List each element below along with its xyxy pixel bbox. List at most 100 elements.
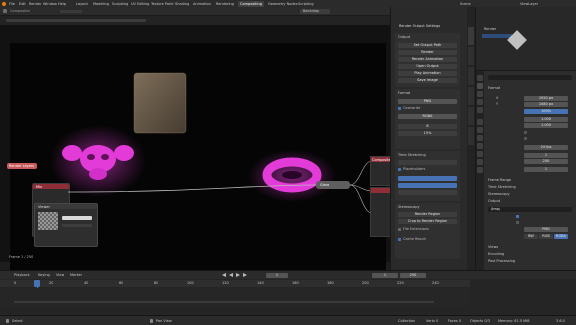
view-layer-tab-icon[interactable]: [477, 91, 483, 97]
view-layer-selector[interactable]: ViewLayer: [520, 2, 538, 6]
end-frame-field[interactable]: 250: [400, 272, 426, 278]
menu-window[interactable]: Window: [43, 2, 57, 6]
open-output-button[interactable]: Open Output: [398, 64, 457, 69]
play-icon[interactable]: [236, 273, 240, 277]
frame-step-field[interactable]: 1: [524, 167, 568, 172]
aspect-y-field[interactable]: 1.000: [524, 123, 568, 128]
modifiers-tab-icon[interactable]: [477, 127, 483, 133]
constraints-tab-icon[interactable]: [477, 151, 483, 157]
timeline-menu-marker[interactable]: Marker: [70, 273, 82, 277]
compositor-backdrop[interactable]: Render Layers Mix Viewer Glare Composite…: [0, 25, 392, 278]
color-mode-rgba[interactable]: RGBA: [554, 234, 568, 239]
workspace-tab[interactable]: Modeling: [93, 2, 109, 6]
outliner-highlight-row[interactable]: [482, 34, 512, 38]
color-mode-bw[interactable]: BW: [524, 234, 538, 239]
frame-slider-2[interactable]: [398, 183, 457, 188]
output-tab-icon[interactable]: [477, 83, 483, 89]
prop-section-post-processing[interactable]: Post Processing: [488, 259, 515, 263]
resolution-x-field[interactable]: 1920 px: [524, 96, 568, 101]
workspace-tab[interactable]: Rendering: [216, 2, 234, 6]
data-tab-icon[interactable]: [477, 159, 483, 165]
n-tab-options[interactable]: [468, 107, 474, 125]
particles-tab-icon[interactable]: [477, 135, 483, 141]
compression-field[interactable]: 15%: [398, 131, 457, 136]
prop-section-time-stretching[interactable]: Time Stretching: [488, 185, 516, 189]
file-format-dropdown[interactable]: PNG: [398, 99, 457, 104]
frame-start-field[interactable]: 1: [524, 153, 568, 158]
color-depth-button[interactable]: 8: [398, 124, 457, 129]
n-tab-tool[interactable]: [468, 67, 474, 85]
checkbox-placeholders-icon[interactable]: [398, 168, 401, 171]
playhead[interactable]: [34, 280, 40, 287]
node-glare[interactable]: Glare: [316, 181, 350, 189]
timeline-menu-keying[interactable]: Keying: [38, 273, 50, 277]
object-tab-icon[interactable]: [477, 119, 483, 125]
save-image-button[interactable]: Save Image: [398, 78, 457, 83]
frame-slider-1[interactable]: [398, 176, 457, 181]
color-mode-rgb[interactable]: RGB: [539, 234, 553, 239]
workspace-tab[interactable]: Shading: [175, 2, 189, 6]
resolution-y-field[interactable]: 1080 px: [524, 102, 568, 107]
current-frame-field[interactable]: 1: [266, 272, 288, 278]
time-field-1[interactable]: [398, 160, 457, 165]
workspace-tab[interactable]: UV Editing: [131, 2, 149, 6]
aspect-x-field[interactable]: 1.000: [524, 117, 568, 122]
workspace-tab[interactable]: Scripting: [298, 2, 314, 6]
render-region-button[interactable]: Render Region: [398, 212, 457, 217]
timeline-body[interactable]: [0, 288, 470, 308]
menu-file[interactable]: File: [9, 2, 15, 6]
world-tab-icon[interactable]: [477, 107, 483, 113]
workspace-tab[interactable]: Layout: [76, 2, 88, 6]
checkbox-extensions-icon[interactable]: [398, 228, 401, 231]
file-format-prop[interactable]: PNG: [524, 227, 568, 232]
prop-section-encoding[interactable]: Encoding: [488, 252, 504, 256]
n-tab-item[interactable]: [468, 27, 474, 45]
render-tab-icon[interactable]: [477, 75, 483, 81]
checkbox-cache-icon[interactable]: [398, 238, 401, 241]
n-tab-view[interactable]: [468, 87, 474, 105]
node-composite[interactable]: Composite: [370, 156, 392, 186]
color-mode-field[interactable]: RGBA: [398, 114, 457, 119]
menu-help[interactable]: Help: [58, 2, 66, 6]
editor-type-icon[interactable]: [3, 9, 7, 13]
placeholder-prop-checkbox[interactable]: [516, 221, 519, 224]
render-button[interactable]: Render: [398, 50, 457, 55]
checkbox-overwrite-icon[interactable]: [398, 107, 401, 110]
properties-search[interactable]: [488, 75, 572, 80]
workspace-tab[interactable]: Sculpting: [112, 2, 128, 6]
frame-end-field[interactable]: 250: [524, 159, 568, 164]
play-reverse-icon[interactable]: [229, 273, 233, 277]
start-frame-field[interactable]: 1: [372, 272, 398, 278]
frame-field-3[interactable]: [398, 190, 457, 195]
n-tab-node[interactable]: [468, 47, 474, 65]
prop-section-format[interactable]: Format: [488, 86, 500, 90]
crop-checkbox[interactable]: [524, 137, 527, 140]
prop-section-frame-range[interactable]: Frame Range: [488, 178, 511, 182]
menu-render[interactable]: Render: [29, 2, 41, 6]
timeline-menu-view[interactable]: View: [56, 273, 64, 277]
workspace-tab[interactable]: Geometry Nodes: [268, 2, 298, 6]
set-output-path-button[interactable]: Set Output Path: [398, 43, 457, 48]
prop-section-stereoscopy[interactable]: Stereoscopy: [488, 192, 510, 196]
physics-tab-icon[interactable]: [477, 143, 483, 149]
prop-section-output[interactable]: Output: [488, 199, 500, 203]
workspace-tab-active[interactable]: Compositing: [238, 0, 264, 7]
n-tab-extra[interactable]: [468, 127, 474, 145]
output-path-field[interactable]: /tmp/: [488, 207, 572, 212]
workspace-tab[interactable]: Animation: [193, 2, 211, 6]
crop-region-button[interactable]: Crop to Render Region: [398, 219, 457, 224]
jump-start-icon[interactable]: [222, 273, 226, 277]
jump-end-icon[interactable]: [243, 273, 247, 277]
scene-tab-icon[interactable]: [477, 99, 483, 105]
scene-selector[interactable]: Scene: [460, 2, 471, 6]
render-animation-button[interactable]: Render Animation: [398, 57, 457, 62]
play-animation-button[interactable]: Play Animation: [398, 71, 457, 76]
menu-edit[interactable]: Edit: [19, 2, 26, 6]
workspace-tab[interactable]: Texture Paint: [151, 2, 174, 6]
blender-logo-icon[interactable]: [2, 1, 6, 6]
header-toggle-icon[interactable]: [60, 9, 82, 13]
render-region-checkbox[interactable]: [524, 131, 527, 134]
overwrite-prop-checkbox[interactable]: [516, 215, 519, 218]
material-tab-icon[interactable]: [477, 167, 483, 173]
resolution-pct-slider[interactable]: 100%: [524, 109, 568, 114]
